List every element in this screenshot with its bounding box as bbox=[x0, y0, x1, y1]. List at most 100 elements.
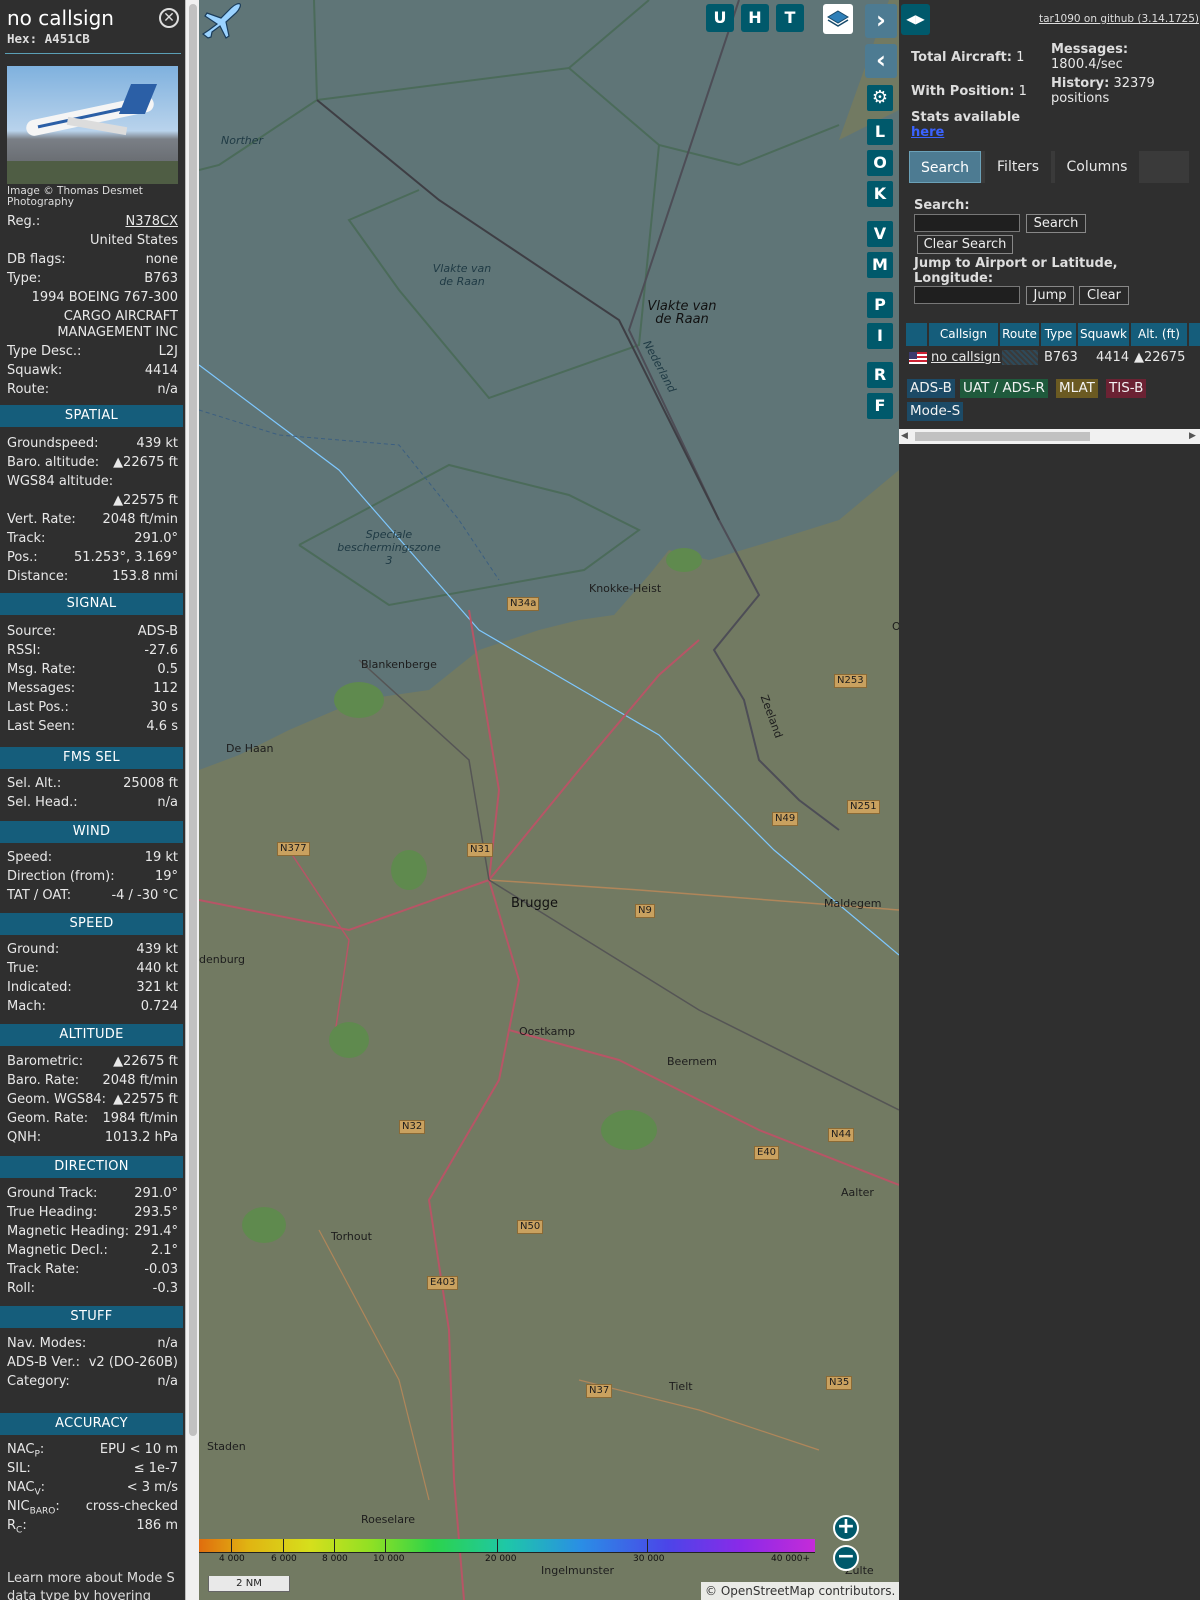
info-row: RC: 186 m bbox=[7, 1518, 178, 1536]
tab-filters[interactable]: Filters bbox=[985, 151, 1051, 183]
with-position-value: 1 bbox=[1018, 84, 1027, 99]
zoom-in-button[interactable]: + bbox=[833, 1515, 859, 1541]
info-value: 1994 BOEING 767-300 bbox=[31, 290, 178, 305]
info-key: Pos.: bbox=[7, 550, 38, 565]
info-value[interactable]: N378CX bbox=[125, 214, 178, 229]
side-button-m[interactable]: M bbox=[867, 252, 893, 278]
side-button-k[interactable]: K bbox=[867, 181, 893, 207]
expand-right-button[interactable]: › bbox=[865, 4, 897, 38]
toolbar-u-button[interactable]: U bbox=[706, 4, 734, 32]
info-row: RSSI: -27.6 bbox=[7, 643, 178, 661]
history-label: History: bbox=[1051, 76, 1110, 91]
info-row: Squawk: 4414 bbox=[7, 363, 178, 381]
side-button-r[interactable]: R bbox=[867, 362, 893, 388]
map-label-oostkamp: Oostkamp bbox=[519, 1025, 576, 1038]
osm-link[interactable]: OpenStreetMap bbox=[721, 1584, 815, 1598]
map[interactable]: Norther Vlakte van de Raan Vlakte van de R… bbox=[199, 0, 899, 1600]
aircraft-photo[interactable] bbox=[7, 66, 178, 184]
section-direction[interactable]: DIRECTION bbox=[0, 1156, 183, 1178]
tab-columns[interactable]: Columns bbox=[1055, 151, 1139, 183]
info-row: DB flags: none bbox=[7, 252, 178, 270]
info-key-wrap: Source: bbox=[7, 624, 56, 639]
search-button[interactable]: Search bbox=[1026, 214, 1086, 233]
info-key-wrap: Magnetic Heading: bbox=[7, 1224, 129, 1239]
col-flag-header[interactable] bbox=[906, 323, 928, 346]
hscroll-thumb[interactable] bbox=[915, 432, 1090, 441]
messages-stat: Messages: 1800.4/sec bbox=[1051, 42, 1196, 72]
jump-button[interactable]: Jump bbox=[1026, 286, 1074, 305]
clear-search-button[interactable]: Clear Search bbox=[917, 235, 1013, 254]
row-callsign[interactable]: no callsign bbox=[931, 348, 1001, 367]
info-row: Track: 291.0° bbox=[7, 531, 178, 549]
info-key-colon: : bbox=[55, 1499, 60, 1514]
section-spatial[interactable]: SPATIAL bbox=[0, 405, 183, 427]
search-input[interactable] bbox=[914, 214, 1020, 232]
photo-ground bbox=[7, 161, 178, 184]
info-value: n/a bbox=[157, 1336, 178, 1351]
info-panel-scrollbar[interactable] bbox=[185, 0, 199, 1600]
side-button-l[interactable]: L bbox=[867, 119, 893, 145]
info-key-wrap: Groundspeed: bbox=[7, 436, 98, 451]
section-altitude[interactable]: ALTITUDE bbox=[0, 1024, 183, 1046]
layers-button[interactable] bbox=[823, 4, 853, 34]
map-label-o: O bbox=[892, 620, 899, 633]
side-button-p[interactable]: P bbox=[867, 292, 893, 318]
aircraft-marker-icon[interactable] bbox=[199, 0, 245, 40]
side-button-v[interactable]: V bbox=[867, 221, 893, 247]
clear-jump-button[interactable]: Clear bbox=[1079, 286, 1129, 305]
info-row: SIL: ≤ 1e-7 bbox=[7, 1461, 178, 1479]
info-row: Indicated: 321 kt bbox=[7, 980, 178, 998]
total-aircraft-label: Total Aircraft: bbox=[911, 50, 1012, 65]
col-route-header[interactable]: Route bbox=[1000, 323, 1040, 346]
info-key-colon: : bbox=[40, 1480, 46, 1495]
toolbar-h-button[interactable]: H bbox=[741, 4, 769, 32]
info-row: NACP: EPU < 10 m bbox=[7, 1442, 178, 1460]
col-more-header[interactable] bbox=[1189, 323, 1200, 346]
section-signal[interactable]: SIGNAL bbox=[0, 593, 183, 615]
info-key: Last Seen: bbox=[7, 719, 76, 734]
settings-gear-icon[interactable]: ⚙ bbox=[867, 85, 893, 111]
info-value: 439 kt bbox=[136, 436, 178, 451]
col-alt-header[interactable]: Alt. (ft) bbox=[1131, 323, 1188, 346]
section-stuff[interactable]: STUFF bbox=[0, 1306, 183, 1328]
info-value: ≤ 1e-7 bbox=[133, 1461, 178, 1476]
colorbar-tick bbox=[647, 1539, 648, 1553]
table-horizontal-scrollbar[interactable]: ◀ ▶ bbox=[899, 429, 1200, 444]
side-button-i[interactable]: I bbox=[867, 323, 893, 349]
toggle-width-button[interactable]: ◀▶ bbox=[901, 4, 930, 35]
info-key: Track Rate: bbox=[7, 1262, 80, 1277]
side-button-f[interactable]: F bbox=[867, 393, 893, 419]
github-link[interactable]: tar1090 on github (3.14.1725) bbox=[1039, 13, 1199, 25]
info-key-wrap: Baro. altitude: bbox=[7, 455, 99, 470]
info-row: ▲22575 ft bbox=[7, 493, 178, 511]
side-button-o[interactable]: O bbox=[867, 150, 893, 176]
with-position-stat: With Position: 1 bbox=[911, 84, 1027, 99]
info-row: Pos.: 51.253°, 3.169° bbox=[7, 550, 178, 568]
col-type-header[interactable]: Type bbox=[1041, 323, 1077, 346]
info-value: 25008 ft bbox=[123, 776, 178, 791]
zoom-out-button[interactable]: − bbox=[833, 1545, 859, 1571]
tab-search[interactable]: Search bbox=[909, 151, 981, 183]
section-fms[interactable]: FMS SEL bbox=[0, 747, 183, 769]
col-squawk-header[interactable]: Squawk bbox=[1078, 323, 1130, 346]
collapse-left-button[interactable]: ‹ bbox=[865, 44, 897, 78]
scroll-left-arrow-icon[interactable]: ◀ bbox=[901, 429, 908, 444]
stats-here-link[interactable]: here bbox=[911, 125, 944, 140]
section-wind[interactable]: WIND bbox=[0, 821, 183, 843]
info-key-wrap: Track: bbox=[7, 531, 45, 546]
scroll-right-arrow-icon[interactable]: ▶ bbox=[1189, 429, 1196, 444]
close-icon[interactable]: ✕ bbox=[159, 8, 179, 28]
info-key: SIL: bbox=[7, 1461, 31, 1476]
info-key-wrap: Geom. Rate: bbox=[7, 1111, 88, 1126]
toolbar-t-button[interactable]: T bbox=[776, 4, 804, 32]
info-key: WGS84 altitude: bbox=[7, 474, 114, 489]
info-key-colon: : bbox=[22, 1518, 27, 1533]
scrollbar-thumb[interactable] bbox=[189, 4, 197, 1436]
info-value: ADS-B bbox=[137, 624, 178, 639]
info-key: Reg.: bbox=[7, 214, 41, 229]
section-speed[interactable]: SPEED bbox=[0, 913, 183, 935]
jump-input[interactable] bbox=[914, 286, 1020, 304]
section-accuracy[interactable]: ACCURACY bbox=[0, 1413, 183, 1435]
info-key-wrap: RSSI: bbox=[7, 643, 41, 658]
col-callsign-header[interactable]: Callsign bbox=[929, 323, 999, 346]
